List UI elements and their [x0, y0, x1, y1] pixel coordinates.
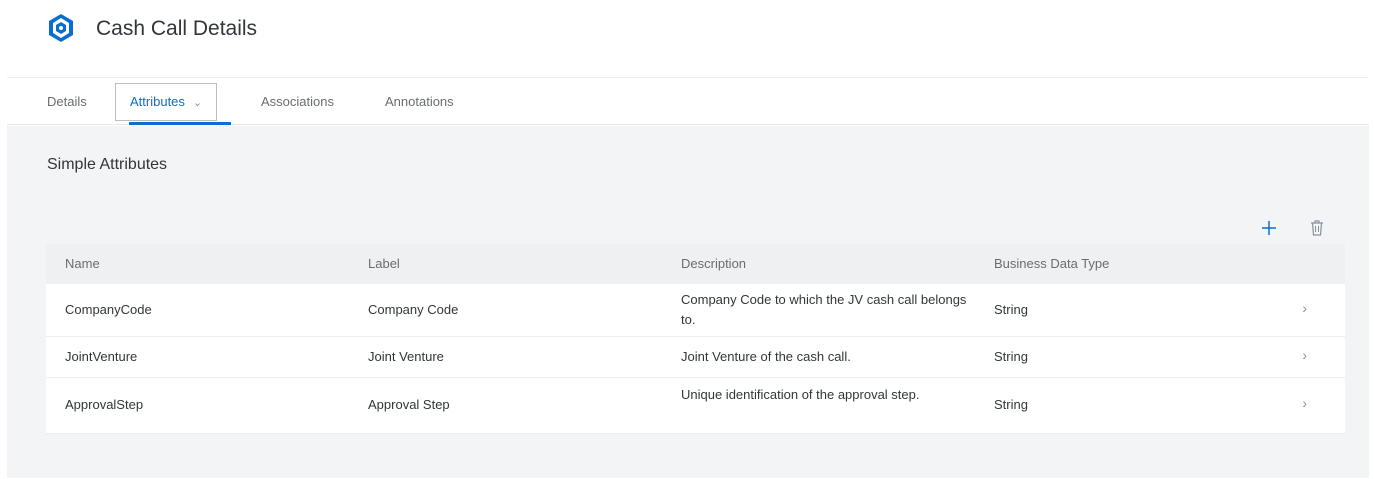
cell-label: Company Code: [368, 302, 459, 317]
cell-name: ApprovalStep: [65, 397, 144, 412]
tab-details[interactable]: Details: [47, 78, 87, 126]
table-row[interactable]: CompanyCode Company Code Company Code to…: [46, 284, 1345, 337]
chevron-down-icon: ⌄: [192, 97, 203, 109]
cell-type: String: [994, 302, 1028, 317]
tab-attributes[interactable]: Attributes ⌄: [115, 83, 218, 121]
page-header: Cash Call Details: [0, 0, 1374, 76]
table-row[interactable]: JointVenture Joint Venture Joint Venture…: [46, 337, 1345, 378]
tab-annotations[interactable]: Annotations: [385, 78, 454, 126]
active-tab-indicator: [129, 122, 231, 125]
cell-description: Unique identification of the approval st…: [681, 387, 920, 402]
cell-type: String: [994, 349, 1028, 364]
content-area: Simple Attributes Name Label Description…: [7, 126, 1369, 478]
cell-name: JointVenture: [65, 349, 138, 364]
section-title: Simple Attributes: [47, 156, 168, 173]
tab-attributes-label: Attributes: [130, 94, 185, 109]
plus-icon[interactable]: [1259, 218, 1279, 238]
column-header-label: Label: [368, 256, 400, 271]
cell-label: Joint Venture: [368, 349, 444, 364]
cube-icon: [49, 14, 73, 42]
page-title: Cash Call Details: [96, 17, 258, 40]
column-header-name: Name: [65, 256, 100, 271]
chevron-right-icon: ›: [1302, 395, 1307, 411]
tab-associations[interactable]: Associations: [261, 78, 334, 126]
column-header-description: Description: [681, 256, 747, 271]
cell-description: Joint Venture of the cash call.: [681, 349, 851, 364]
column-header-business-data-type: Business Data Type: [994, 256, 1110, 271]
table-row[interactable]: ApprovalStep Approval Step Unique identi…: [46, 378, 1345, 434]
chevron-right-icon: ›: [1302, 300, 1307, 316]
trash-icon[interactable]: [1307, 218, 1327, 238]
cell-label: Approval Step: [368, 397, 450, 412]
tab-bar: Details Attributes ⌄ Associations Annotat…: [7, 77, 1369, 125]
chevron-right-icon: ›: [1302, 347, 1307, 363]
attributes-table: Name Label Description Business Data Typ…: [46, 244, 1345, 434]
table-header: Name Label Description Business Data Typ…: [46, 244, 1345, 284]
cell-description: Company Code to which the JV cash call b…: [681, 292, 967, 327]
cell-type: String: [994, 397, 1028, 412]
cell-name: CompanyCode: [65, 302, 152, 317]
